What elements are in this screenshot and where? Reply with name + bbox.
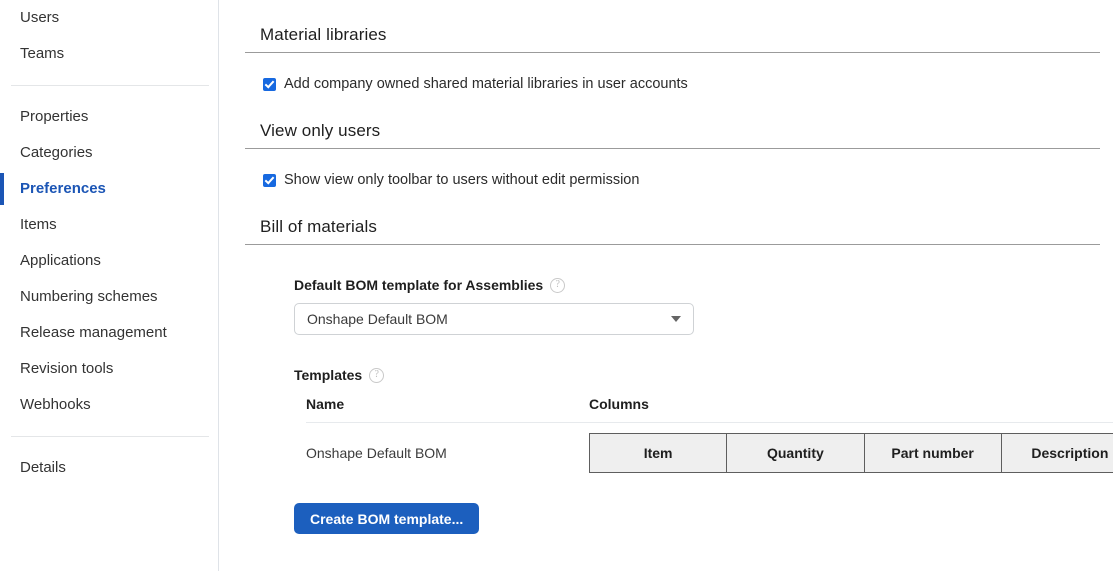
sidebar-item-label: Numbering schemes [20, 288, 158, 305]
sidebar-item-preferences[interactable]: Preferences [0, 171, 218, 207]
sidebar-item-teams[interactable]: Teams [0, 36, 218, 72]
sidebar-item-webhooks[interactable]: Webhooks [0, 387, 218, 423]
sidebar-group-2: Properties Categories Preferences Items … [0, 99, 218, 423]
sidebar-item-label: Items [20, 216, 57, 233]
sidebar-divider-1 [11, 85, 209, 86]
table-row[interactable]: Onshape Default BOM Item Quantity Part n… [306, 423, 1113, 483]
template-row-name: Onshape Default BOM [306, 445, 447, 461]
section-title-view-only-users: View only users [260, 121, 381, 140]
sidebar-item-revision-tools[interactable]: Revision tools [0, 351, 218, 387]
create-bom-template-button[interactable]: Create BOM template... [294, 503, 480, 534]
sidebar-item-applications[interactable]: Applications [0, 243, 218, 279]
sidebar-item-label: Revision tools [20, 360, 114, 377]
sidebar-item-label: Preferences [20, 180, 106, 197]
templates-label: Templates [294, 367, 363, 383]
chevron-down-icon[interactable] [671, 316, 681, 322]
sidebar-item-items[interactable]: Items [0, 207, 218, 243]
sidebar-item-label: Teams [20, 45, 65, 62]
sidebar-item-release-management[interactable]: Release management [0, 315, 218, 351]
sidebar-divider-2 [11, 436, 209, 437]
sidebar-item-numbering-schemes[interactable]: Numbering schemes [0, 279, 218, 315]
sidebar-item-label: Applications [20, 252, 101, 269]
sidebar-item-label: Release management [20, 324, 167, 341]
material-libraries-checkbox-label: Add company owned shared material librar… [284, 76, 688, 92]
sidebar-item-label: Users [20, 9, 60, 26]
sidebar-item-label: Details [20, 459, 66, 476]
template-column-chip-description[interactable]: Description [1000, 433, 1113, 473]
template-column-chip-item[interactable]: Item [589, 433, 727, 473]
section-view-only-users: View only users Show view only toolbar t… [219, 92, 1113, 188]
help-icon-templates[interactable]: ? [369, 367, 385, 383]
template-row-columns: Item Quantity Part number Description [589, 433, 1113, 473]
templates-table-header: Name Columns [306, 396, 1113, 422]
sidebar-group-3: Details [0, 450, 218, 486]
default-bom-template-selected-value: Onshape Default BOM [307, 311, 448, 327]
sidebar-item-properties[interactable]: Properties [0, 99, 218, 135]
view-only-users-checkbox-label: Show view only toolbar to users without … [284, 172, 640, 188]
section-material-libraries: Material libraries Add company owned sha… [219, 0, 1113, 92]
sidebar-item-label: Properties [20, 108, 89, 125]
templates-label-row: Templates ? [294, 367, 1100, 383]
default-bom-template-label-row: Default BOM template for Assemblies ? [294, 277, 1100, 293]
default-bom-template-label: Default BOM template for Assemblies [294, 277, 544, 293]
templates-column-header-name: Name [306, 396, 345, 412]
default-bom-template-select[interactable]: Onshape Default BOM [294, 303, 694, 335]
sidebar-item-label: Webhooks [20, 396, 91, 413]
sidebar-item-categories[interactable]: Categories [0, 135, 218, 171]
template-column-chip-part-number[interactable]: Part number [863, 433, 1001, 473]
template-column-chip-quantity[interactable]: Quantity [726, 433, 864, 473]
templates-column-header-columns: Columns [589, 396, 649, 412]
material-libraries-checkbox-row[interactable]: Add company owned shared material librar… [245, 53, 1100, 92]
bill-of-materials-body: Default BOM template for Assemblies ? On… [245, 245, 1113, 534]
section-title-material-libraries: Material libraries [260, 25, 387, 44]
section-bill-of-materials: Bill of materials Default BOM template f… [219, 188, 1113, 534]
section-title-bill-of-materials: Bill of materials [260, 217, 377, 236]
sidebar-item-details[interactable]: Details [0, 450, 218, 486]
main-content: Material libraries Add company owned sha… [219, 0, 1113, 571]
sidebar-item-users[interactable]: Users [0, 0, 218, 36]
sidebar-item-label: Categories [20, 144, 93, 161]
view-only-users-checkbox[interactable] [263, 173, 276, 187]
templates-table: Name Columns Onshape Default BOM Item Qu… [306, 396, 1113, 483]
material-libraries-checkbox[interactable] [263, 77, 276, 91]
view-only-users-checkbox-row[interactable]: Show view only toolbar to users without … [245, 149, 1100, 188]
sidebar: Users Teams Properties Categories Prefer… [0, 0, 219, 571]
help-icon-default-bom-template[interactable]: ? [550, 277, 566, 293]
sidebar-group-1: Users Teams [0, 0, 218, 72]
